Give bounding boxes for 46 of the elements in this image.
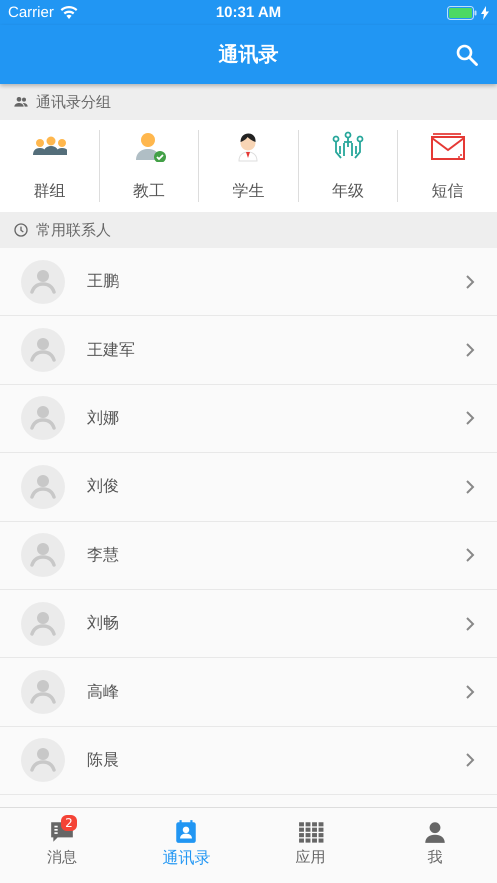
section-title: 常用联系人 (36, 220, 111, 240)
group-item[interactable]: 教工 (98, 130, 198, 202)
avatar-icon (21, 260, 65, 304)
chevron-icon (465, 616, 475, 632)
group-item[interactable]: 短信 (397, 130, 497, 202)
chevron-icon (465, 547, 475, 564)
battery-icon (447, 6, 477, 20)
chevron-icon (465, 342, 475, 358)
chevron-icon (465, 410, 475, 426)
chevron-icon (465, 752, 475, 768)
contact-name: 刘俊 (87, 476, 120, 498)
tab-item[interactable]: 我 (372, 808, 497, 883)
avatar-icon (21, 464, 65, 509)
avatar-icon (21, 738, 65, 782)
search-icon (455, 43, 479, 67)
chevron-icon (465, 274, 475, 290)
group-item[interactable]: 年级 (298, 130, 398, 202)
avatar-icon (21, 670, 65, 714)
avatar-icon (21, 328, 65, 372)
group-item[interactable]: 群组 (0, 130, 99, 202)
contact-name: 高峰 (87, 682, 120, 703)
clock-icon (13, 222, 29, 238)
tab-item[interactable]: 2 消息 (0, 808, 124, 883)
avatar-icon (21, 602, 65, 646)
section-title: 通讯录分组 (36, 92, 111, 112)
wifi-icon (60, 6, 78, 19)
contact-name: 刘娜 (87, 408, 120, 429)
contact-name: 刘畅 (87, 613, 120, 634)
status-time: 10:31 AM (214, 4, 282, 21)
contact-name: 王建军 (87, 340, 136, 361)
group-item[interactable]: 学生 (198, 130, 298, 202)
contact-name: 李慧 (87, 544, 120, 566)
count-badge: 2 (61, 815, 77, 831)
contact-name: 陈晨 (87, 750, 120, 771)
carrier-name: Carrier (8, 4, 54, 21)
chevron-icon (465, 684, 475, 700)
contact-name: 王鹏 (87, 271, 120, 292)
avatar-icon (21, 533, 65, 578)
avatar-icon (21, 396, 65, 440)
chevron-icon (465, 478, 475, 495)
envelope-icon (430, 130, 466, 162)
page-title: 通讯录 (218, 41, 278, 68)
contact-row[interactable]: 李慧 (0, 522, 497, 590)
contact-row[interactable]: 陈晨 (0, 726, 497, 796)
tab-item[interactable]: 应用 (248, 808, 373, 883)
charging-icon (481, 6, 489, 20)
